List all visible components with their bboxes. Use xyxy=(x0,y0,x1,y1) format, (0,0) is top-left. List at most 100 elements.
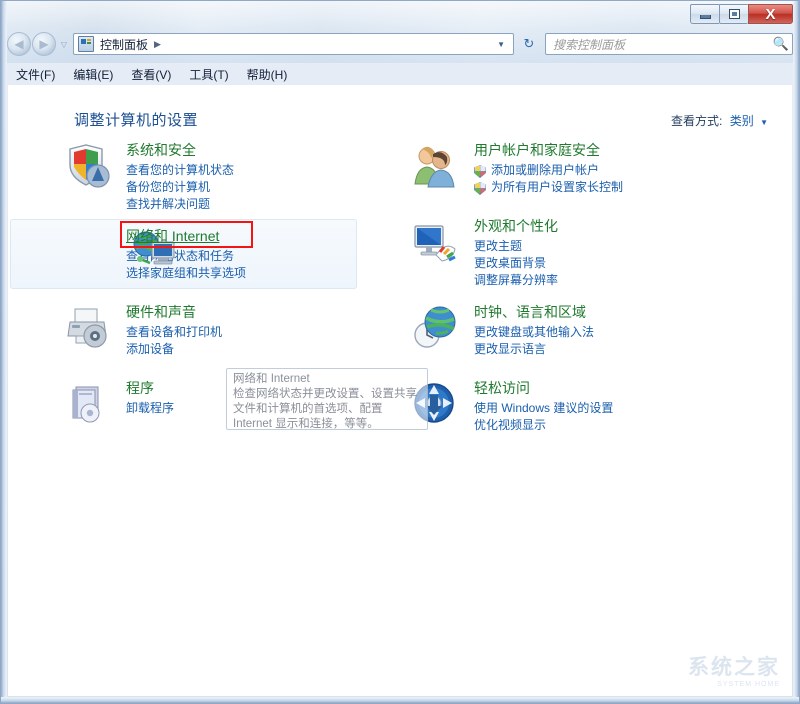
category-link[interactable]: 添加或删除用户帐户 xyxy=(474,162,756,179)
category-link-label: 备份您的计算机 xyxy=(126,180,211,194)
search-icon: 🔍 xyxy=(772,36,790,51)
page-title: 调整计算机的设置 xyxy=(74,112,199,129)
category-link[interactable]: 更改主题 xyxy=(474,238,756,255)
control-panel-window: X ◀ ▶ ▽ 控制面板 ▶ ▼ ↻ 搜索控制面板 🔍 文件(F) 编辑(E) 查看… xyxy=(0,0,800,704)
view-by-control[interactable]: 查看方式: 类别 ▼ xyxy=(671,112,768,129)
category-硬件和声音[interactable]: 硬件和声音查看设备和打印机 添加设备 xyxy=(58,303,408,365)
category-link[interactable]: 为所有用户设置家长控制 xyxy=(474,179,756,196)
category-column-right: 用户帐户和家庭安全添加或删除用户帐户为所有用户设置家长控制外观和个性化更改主题更… xyxy=(406,141,756,455)
content-area: 调整计算机的设置 查看方式: 类别 ▼ 系统和安全查看您的计算机状态 备份您的计算… xyxy=(8,85,792,696)
minimize-button[interactable] xyxy=(690,4,719,24)
category-link[interactable]: 查找并解决问题 xyxy=(126,196,408,213)
security-shield-icon xyxy=(69,144,110,188)
category-link-label: 使用 Windows 建议的设置 xyxy=(474,401,614,415)
printer-device-icon xyxy=(67,308,107,348)
menu-item-2[interactable]: 查看(V) xyxy=(122,64,180,85)
category-title[interactable]: 轻松访问 xyxy=(474,379,530,397)
category-外观和个性化[interactable]: 外观和个性化更改主题更改桌面背景 调整屏幕分辨率 xyxy=(406,217,756,289)
appearance-monitor-icon xyxy=(414,225,456,262)
category-title[interactable]: 用户帐户和家庭安全 xyxy=(474,141,600,159)
category-link[interactable]: 更改显示语言 xyxy=(474,341,756,358)
back-button[interactable]: ◀ xyxy=(7,32,31,56)
category-link-label: 添加设备 xyxy=(126,342,175,356)
category-link-label: 更改显示语言 xyxy=(474,342,547,356)
category-title[interactable]: 程序 xyxy=(126,379,154,397)
category-link[interactable]: 使用 Windows 建议的设置 xyxy=(474,400,756,417)
category-link-label: 优化视频显示 xyxy=(474,418,547,432)
menu-item-1[interactable]: 编辑(E) xyxy=(64,64,122,85)
category-系统和安全[interactable]: 系统和安全查看您的计算机状态 备份您的计算机 查找并解决问题 xyxy=(58,141,408,213)
menu-item-4[interactable]: 帮助(H) xyxy=(238,64,297,85)
printer-device-icon xyxy=(64,305,112,351)
programs-box-icon xyxy=(72,386,100,423)
security-shield-icon xyxy=(64,143,112,189)
maximize-button[interactable] xyxy=(719,4,748,24)
category-link[interactable]: 优化视频显示 xyxy=(474,417,756,434)
watermark-text: 系统之家 xyxy=(688,656,780,679)
tooltip-body: 检查网络状态并更改设置、设置共享文件和计算机的首选项、配置 Internet 显… xyxy=(233,388,417,430)
tooltip: 网络和 Internet 检查网络状态并更改设置、设置共享文件和计算机的首选项、… xyxy=(226,368,428,430)
view-by-value[interactable]: 类别 xyxy=(730,114,754,128)
category-link[interactable]: 查看设备和打印机 xyxy=(126,324,408,341)
watermark-subtext: SYSTEM HOME xyxy=(717,681,780,688)
frame-edge-right xyxy=(793,1,799,703)
category-link[interactable]: 更改桌面背景 xyxy=(474,255,756,272)
refresh-button[interactable]: ↻ xyxy=(517,33,541,55)
category-link-label: 调整屏幕分辨率 xyxy=(474,273,559,287)
category-link-label: 更改主题 xyxy=(474,239,523,253)
category-link[interactable]: 添加设备 xyxy=(126,341,408,358)
category-title[interactable]: 外观和个性化 xyxy=(474,217,558,235)
category-网络和 Internet[interactable]: 网络和 Internet 查看网络状态和任务 选择家庭组和共享选项 xyxy=(10,219,408,289)
category-轻松访问[interactable]: 轻松访问使用 Windows 建议的设置 优化视频显示 xyxy=(406,379,756,441)
maximize-icon xyxy=(728,9,740,19)
search-placeholder: 搜索控制面板 xyxy=(553,37,626,52)
window-controls: X xyxy=(690,4,793,25)
breadcrumb-control-panel[interactable]: 控制面板 xyxy=(98,36,150,53)
forward-icon: ▶ xyxy=(39,37,49,51)
category-link-label: 添加或删除用户帐户 xyxy=(491,163,600,177)
menu-item-3[interactable]: 工具(T) xyxy=(180,64,237,85)
search-input[interactable]: 搜索控制面板 🔍 xyxy=(545,33,793,55)
user-accounts-icon xyxy=(412,143,460,189)
category-link-label: 为所有用户设置家长控制 xyxy=(491,180,624,194)
category-title[interactable]: 系统和安全 xyxy=(126,141,196,159)
address-bar[interactable]: 控制面板 ▶ ▼ xyxy=(73,33,514,55)
category-title[interactable]: 硬件和声音 xyxy=(126,303,196,321)
tooltip-title: 网络和 Internet xyxy=(233,373,310,385)
programs-box-icon xyxy=(64,381,112,427)
category-link[interactable]: 备份您的计算机 xyxy=(126,179,408,196)
category-时钟、语言和区域[interactable]: 时钟、语言和区域更改键盘或其他输入法 更改显示语言 xyxy=(406,303,756,365)
category-link-label: 查看您的计算机状态 xyxy=(126,163,235,177)
category-link-label: 更改桌面背景 xyxy=(474,256,547,270)
menu-item-0[interactable]: 文件(F) xyxy=(7,64,64,85)
category-link-label: 卸载程序 xyxy=(126,401,175,415)
refresh-icon: ↻ xyxy=(523,36,535,51)
navigation-bar: ◀ ▶ ▽ 控制面板 ▶ ▼ ↻ 搜索控制面板 🔍 xyxy=(7,31,793,57)
minimize-icon xyxy=(699,14,711,19)
category-link[interactable]: 更改键盘或其他输入法 xyxy=(474,324,756,341)
watermark: 系统之家 SYSTEM HOME xyxy=(688,651,780,688)
menu-bar: 文件(F) 编辑(E) 查看(V) 工具(T) 帮助(H) xyxy=(7,63,793,85)
frame-edge-bottom xyxy=(1,697,799,703)
category-link-label: 查看设备和打印机 xyxy=(126,325,223,339)
chevron-down-icon: ▽ xyxy=(60,39,68,49)
chevron-down-icon[interactable]: ▼ xyxy=(760,118,768,127)
shield-icon xyxy=(474,182,486,195)
category-link[interactable]: 查看您的计算机状态 xyxy=(126,162,408,179)
category-link-label: 查找并解决问题 xyxy=(126,197,211,211)
control-panel-icon xyxy=(78,36,94,52)
category-用户帐户和家庭安全[interactable]: 用户帐户和家庭安全添加或删除用户帐户为所有用户设置家长控制 xyxy=(406,141,756,203)
recent-pages-button[interactable]: ▽ xyxy=(57,40,71,49)
close-button[interactable]: X xyxy=(748,4,793,24)
forward-button[interactable]: ▶ xyxy=(32,32,56,56)
category-link[interactable]: 调整屏幕分辨率 xyxy=(474,272,756,289)
close-icon: X xyxy=(765,5,776,23)
address-dropdown-icon[interactable]: ▼ xyxy=(491,40,511,49)
appearance-monitor-icon xyxy=(412,219,460,265)
user-accounts-icon xyxy=(414,146,455,188)
clock-globe-icon xyxy=(414,306,456,348)
category-link-label: 更改键盘或其他输入法 xyxy=(474,325,595,339)
view-by-label: 查看方式: xyxy=(671,114,723,128)
category-title[interactable]: 时钟、语言和区域 xyxy=(474,303,586,321)
breadcrumb-chevron-icon[interactable]: ▶ xyxy=(150,39,165,50)
